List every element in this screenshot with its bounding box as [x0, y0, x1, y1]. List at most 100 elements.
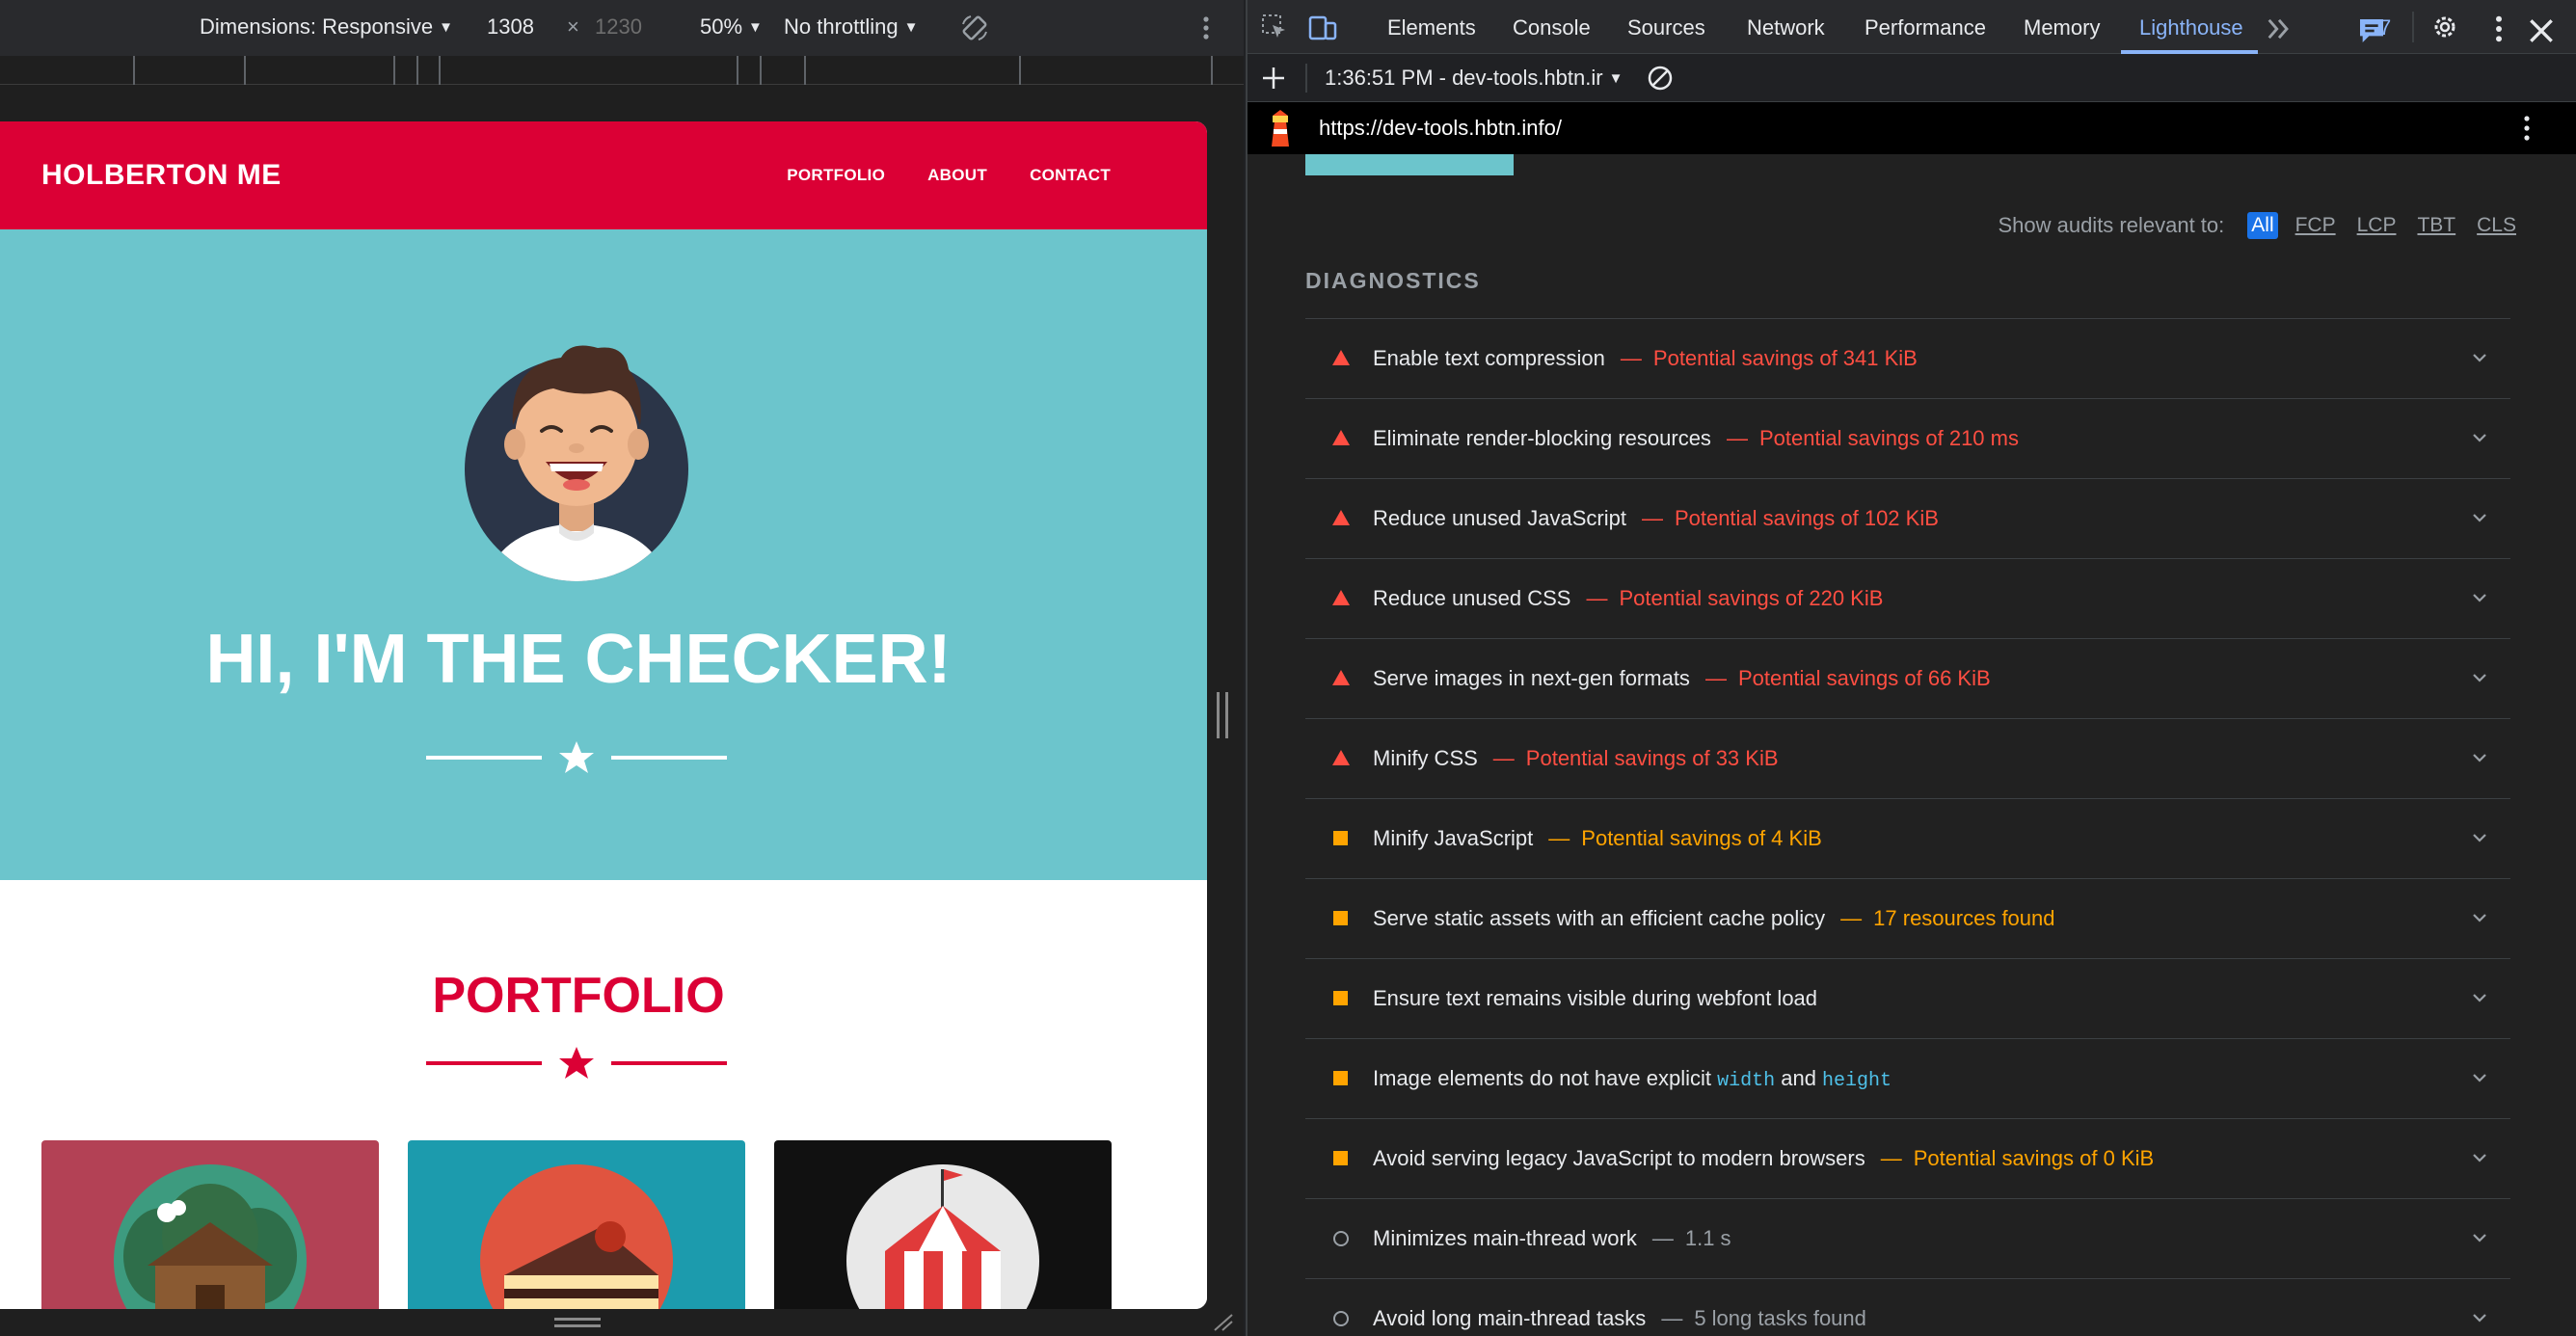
- audit-item[interactable]: Image elements do not have explicit widt…: [1305, 1038, 2510, 1118]
- report-menu-icon[interactable]: [2520, 114, 2534, 143]
- ruler-tick: [244, 56, 246, 85]
- portfolio-card-circus[interactable]: [774, 1140, 1112, 1309]
- nav-link-portfolio[interactable]: PORTFOLIO: [787, 166, 885, 185]
- report-url[interactable]: https://dev-tools.hbtn.info/: [1319, 116, 1562, 141]
- tab-sources[interactable]: Sources: [1627, 15, 1705, 40]
- report-url-bar: https://dev-tools.hbtn.info/: [1248, 102, 2576, 154]
- chevron-down-icon[interactable]: [2470, 668, 2489, 687]
- zoom-dropdown[interactable]: 50% ▼: [700, 14, 763, 40]
- more-options-icon[interactable]: [1199, 14, 1213, 41]
- device-toolbar-icon[interactable]: [1307, 12, 1338, 42]
- settings-gear-icon[interactable]: [2429, 12, 2460, 42]
- height-input[interactable]: 1230: [595, 14, 642, 40]
- code-width: width: [1717, 1069, 1776, 1092]
- chevron-down-icon[interactable]: [2470, 348, 2489, 367]
- audit-item[interactable]: Ensure text remains visible during webfo…: [1305, 958, 2510, 1038]
- audit-item[interactable]: Minify CSS — Potential savings of 33 KiB: [1305, 718, 2510, 798]
- audit-title: Eliminate render-blocking resources: [1373, 426, 1711, 450]
- audit-item[interactable]: Minify JavaScript — Potential savings of…: [1305, 798, 2510, 878]
- portfolio-title: PORTFOLIO: [432, 968, 725, 1024]
- chevron-down-icon[interactable]: [2470, 908, 2489, 927]
- filter-fcp[interactable]: FCP: [2292, 212, 2340, 239]
- report-selector-label: 1:36:51 PM - dev-tools.hbtn.ir: [1325, 66, 1603, 90]
- screenshot-thumbnail[interactable]: [1305, 154, 1514, 175]
- clear-block-icon[interactable]: [1647, 65, 1674, 92]
- pass-circle-icon: [1328, 1306, 1354, 1331]
- filter-cls[interactable]: CLS: [2473, 212, 2520, 239]
- nav-link-about[interactable]: ABOUT: [927, 166, 987, 185]
- diagnostics-heading: DIAGNOSTICS: [1305, 268, 1481, 293]
- filter-lcp[interactable]: LCP: [2353, 212, 2401, 239]
- audit-detail: Potential savings of 210 ms: [1758, 426, 2019, 450]
- tab-elements[interactable]: Elements: [1387, 15, 1476, 40]
- audit-detail: Potential savings of 220 KiB: [1619, 586, 1884, 610]
- dimensions-dropdown[interactable]: Dimensions: Responsive ▼: [200, 14, 453, 40]
- toolbar-divider: [2412, 12, 2414, 42]
- issues-count[interactable]: 7: [2379, 15, 2391, 40]
- audit-detail: Potential savings of 4 KiB: [1581, 826, 1822, 850]
- audit-item[interactable]: Minimizes main-thread work — 1.1 s: [1305, 1198, 2510, 1278]
- audit-item[interactable]: Serve images in next-gen formats — Poten…: [1305, 638, 2510, 718]
- audit-item[interactable]: Avoid long main-thread tasks — 5 long ta…: [1305, 1278, 2510, 1336]
- chevron-down-icon[interactable]: [2470, 1148, 2489, 1167]
- caret-down-icon: ▼: [439, 19, 453, 36]
- chevron-down-icon[interactable]: [2470, 588, 2489, 607]
- inspect-element-icon[interactable]: [1259, 12, 1290, 42]
- audit-title: Image elements do not have explicit widt…: [1373, 1066, 1892, 1092]
- audit-detail: Potential savings of 0 KiB: [1913, 1146, 2155, 1170]
- hero-section: HI, I'M THE CHECKER!: [0, 229, 1207, 880]
- more-tabs-icon[interactable]: [2264, 13, 2294, 44]
- chevron-down-icon[interactable]: [2470, 748, 2489, 767]
- portfolio-card-cake[interactable]: [408, 1140, 745, 1309]
- resize-corner-icon[interactable]: [1211, 1313, 1234, 1332]
- tab-memory[interactable]: Memory: [2024, 15, 2100, 40]
- chevron-down-icon[interactable]: [2470, 1308, 2489, 1327]
- chevron-down-icon[interactable]: [2470, 1068, 2489, 1087]
- audit-item[interactable]: Avoid serving legacy JavaScript to moder…: [1305, 1118, 2510, 1198]
- toolbar-divider: [1305, 64, 1307, 93]
- average-square-icon: [1328, 906, 1354, 931]
- tab-console[interactable]: Console: [1513, 15, 1591, 40]
- width-input[interactable]: 1308: [487, 14, 534, 40]
- pass-circle-icon: [1328, 1226, 1354, 1251]
- tab-performance[interactable]: Performance: [1865, 15, 1986, 40]
- filter-tbt[interactable]: TBT: [2413, 212, 2459, 239]
- audit-separator: —: [1620, 346, 1642, 370]
- emulated-page: HOLBERTON ME PORTFOLIO ABOUT CONTACT HI,…: [0, 121, 1207, 1309]
- site-logo[interactable]: HOLBERTON ME: [41, 159, 282, 192]
- chevron-down-icon[interactable]: [2470, 1228, 2489, 1247]
- report-selector[interactable]: 1:36:51 PM - dev-tools.hbtn.ir ▼: [1325, 66, 1623, 91]
- audit-detail: 17 resources found: [1873, 906, 2055, 930]
- circus-tent-illustration: [846, 1164, 1039, 1309]
- tab-lighthouse[interactable]: Lighthouse: [2139, 15, 2243, 40]
- audit-separator: —: [1492, 746, 1515, 770]
- cake-illustration: [480, 1164, 673, 1309]
- filter-all[interactable]: All: [2247, 212, 2278, 239]
- chevron-down-icon[interactable]: [2470, 428, 2489, 447]
- portfolio-card-cabin[interactable]: [41, 1140, 379, 1309]
- throttling-dropdown[interactable]: No throttling ▼: [784, 14, 918, 40]
- rotate-icon[interactable]: [959, 13, 990, 43]
- close-icon[interactable]: [2526, 15, 2557, 46]
- audit-item[interactable]: Eliminate render-blocking resources — Po…: [1305, 398, 2510, 478]
- chevron-down-icon[interactable]: [2470, 508, 2489, 527]
- audit-item[interactable]: Reduce unused CSS — Potential savings of…: [1305, 558, 2510, 638]
- devtools-more-icon[interactable]: [2483, 13, 2514, 44]
- portfolio-section: PORTFOLIO: [0, 880, 1207, 1309]
- audit-separator: —: [1880, 1146, 1902, 1170]
- new-report-plus-icon[interactable]: [1261, 66, 1286, 91]
- nav-link-contact[interactable]: CONTACT: [1030, 166, 1111, 185]
- device-emulation-pane: Dimensions: Responsive ▼ 1308 × 1230 50% ▼…: [0, 0, 1244, 1336]
- tab-network[interactable]: Network: [1747, 15, 1825, 40]
- audit-item[interactable]: Reduce unused JavaScript — Potential sav…: [1305, 478, 2510, 558]
- audit-separator: —: [1661, 1306, 1683, 1330]
- chevron-down-icon[interactable]: [2470, 988, 2489, 1007]
- audit-separator: —: [1840, 906, 1863, 930]
- audit-item[interactable]: Enable text compression — Potential savi…: [1305, 318, 2510, 398]
- audit-item[interactable]: Serve static assets with an efficient ca…: [1305, 878, 2510, 958]
- average-square-icon: [1328, 1146, 1354, 1171]
- resize-handle-horizontal[interactable]: [554, 1318, 601, 1327]
- audit-separator: —: [1704, 666, 1727, 690]
- chevron-down-icon[interactable]: [2470, 828, 2489, 847]
- resize-handle-vertical[interactable]: [1217, 692, 1228, 738]
